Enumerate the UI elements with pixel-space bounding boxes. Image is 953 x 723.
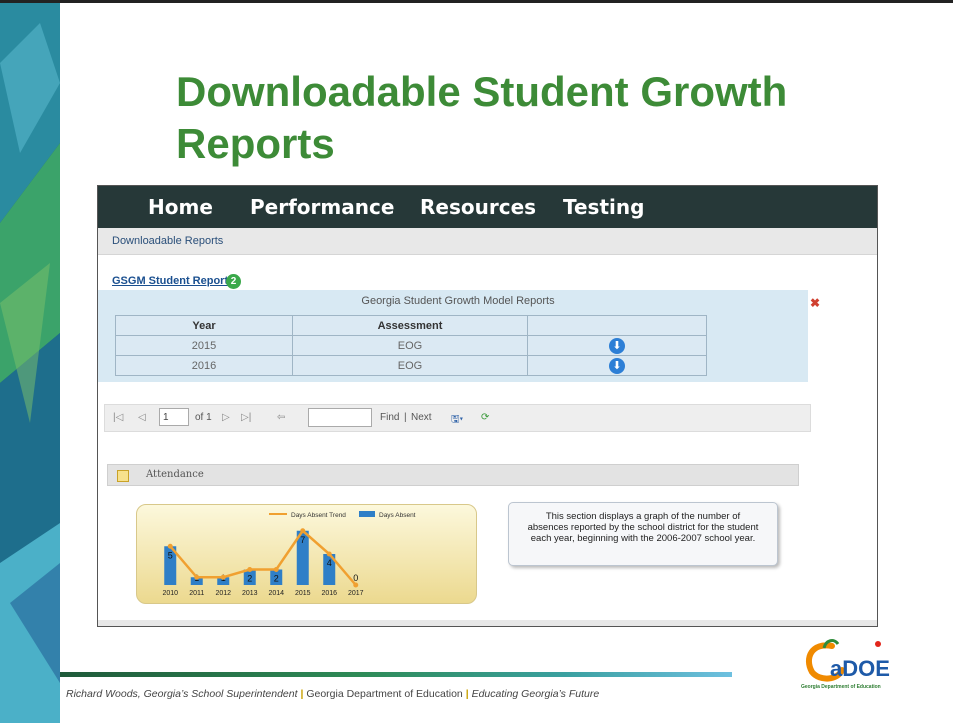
row-year: 2016 [115, 355, 293, 376]
footer-separator: | [300, 688, 304, 700]
previous-page-icon[interactable]: ◁ [138, 412, 146, 423]
attendance-note-text: This section displays a graph of the num… [527, 511, 759, 544]
table-header-row: Year Assessment [115, 315, 707, 336]
gsgm-student-report-link[interactable]: GSGM Student Report [112, 275, 228, 287]
table-row: 2015 EOG ⬇ [115, 335, 707, 356]
bottom-strip [98, 620, 877, 626]
collapse-icon[interactable] [117, 470, 129, 482]
table-row: 2016 EOG ⬇ [115, 355, 707, 376]
x-tick-label: 2012 [215, 590, 231, 597]
footer-tagline: Educating Georgia’s Future [471, 688, 600, 700]
bar-data-label: 2 [274, 574, 279, 584]
top-nav: Home Performance Resources Testing [98, 186, 877, 228]
attendance-chart-svg: Days Absent TrendDays Absent520101201112… [162, 511, 416, 597]
x-tick-label: 2014 [268, 590, 284, 597]
column-header-download [527, 315, 707, 336]
attendance-label: Attendance [146, 469, 204, 480]
footer-separator: | [465, 688, 469, 700]
left-decorative-band [0, 3, 60, 723]
trend-point [326, 551, 332, 557]
reports-table: Year Assessment 2015 EOG ⬇ 2016 EOG ⬇ [115, 315, 707, 376]
report-screenshot: Home Performance Resources Testing Downl… [97, 185, 878, 627]
next-link[interactable]: Next [411, 412, 432, 423]
attendance-note-box: This section displays a graph of the num… [508, 502, 778, 566]
trend-point [353, 582, 359, 588]
legend-trend-label: Days Absent Trend [291, 512, 346, 519]
refresh-icon[interactable]: ⟳ [481, 412, 489, 423]
find-input[interactable] [308, 408, 372, 427]
page-number-input[interactable]: 1 [159, 408, 189, 426]
footer-department: Georgia Department of Education [306, 688, 463, 700]
x-tick-label: 2011 [189, 590, 204, 597]
gadoe-logo: aDOE [805, 639, 890, 682]
column-header-year: Year [115, 315, 293, 336]
x-tick-label: 2010 [162, 590, 178, 597]
row-year: 2015 [115, 335, 293, 356]
legend-bar-label: Days Absent [379, 512, 416, 519]
back-icon[interactable]: ⇦ [277, 412, 285, 423]
close-x-icon[interactable]: ✖ [810, 296, 820, 310]
nav-testing[interactable]: Testing [563, 195, 644, 219]
breadcrumb[interactable]: Downloadable Reports [112, 235, 223, 247]
nav-home[interactable]: Home [148, 195, 213, 219]
breadcrumb-bar: Downloadable Reports [98, 228, 877, 255]
x-tick-label: 2016 [321, 590, 337, 597]
slide-title: Downloadable Student Growth Reports [176, 68, 788, 167]
legend-bar-swatch [359, 511, 375, 517]
panel-title: Georgia Student Growth Model Reports [361, 295, 555, 307]
page-count-label: of 1 [195, 412, 212, 423]
download-icon[interactable]: ⬇ [609, 337, 625, 354]
bar-data-label: 2 [247, 574, 252, 584]
x-tick-label: 2015 [295, 590, 311, 597]
logo-text: aDOE [830, 656, 890, 681]
attendance-section-header[interactable]: Attendance [107, 464, 799, 486]
row-assessment: EOG [292, 335, 528, 356]
report-count-badge: 2 [226, 274, 241, 289]
bar-data-label: 5 [168, 550, 173, 560]
nav-resources[interactable]: Resources [420, 195, 536, 219]
download-cell: ⬇ [527, 335, 707, 356]
report-viewer-toolbar: |◁ ◁ 1 of 1 ▷ ▷| ⇦ Find | Next 🖫▾ ⟳ [104, 404, 811, 432]
column-header-assessment: Assessment [292, 315, 528, 336]
export-icon[interactable]: 🖫▾ [451, 412, 463, 429]
top-border-line [0, 0, 953, 3]
first-page-icon[interactable]: |◁ [113, 412, 123, 423]
bar-data-label: 7 [300, 535, 305, 545]
footer-color-band [60, 672, 732, 677]
x-tick-label: 2017 [348, 590, 364, 597]
trend-point [167, 543, 173, 549]
trend-point [273, 567, 279, 572]
logo-subtitle: Georgia Department of Education [801, 684, 881, 690]
trend-point [194, 574, 200, 580]
download-cell: ⬇ [527, 355, 707, 376]
trend-point [300, 528, 306, 534]
download-icon[interactable]: ⬇ [609, 357, 625, 374]
nav-performance[interactable]: Performance [250, 195, 394, 219]
bar-data-label: 4 [327, 558, 332, 568]
footer-superintendent: Richard Woods, Georgia’s School Superint… [66, 688, 298, 700]
trend-point [220, 574, 226, 580]
row-assessment: EOG [292, 355, 528, 376]
footer: Richard Woods, Georgia’s School Superint… [66, 688, 599, 700]
trend-point [247, 567, 253, 572]
attendance-chart: Days Absent TrendDays Absent520101201112… [136, 504, 477, 604]
find-link[interactable]: Find [380, 412, 399, 423]
next-page-icon[interactable]: ▷ [222, 412, 230, 423]
toolbar-separator: | [404, 412, 407, 423]
x-tick-label: 2013 [242, 590, 258, 597]
last-page-icon[interactable]: ▷| [241, 412, 251, 423]
